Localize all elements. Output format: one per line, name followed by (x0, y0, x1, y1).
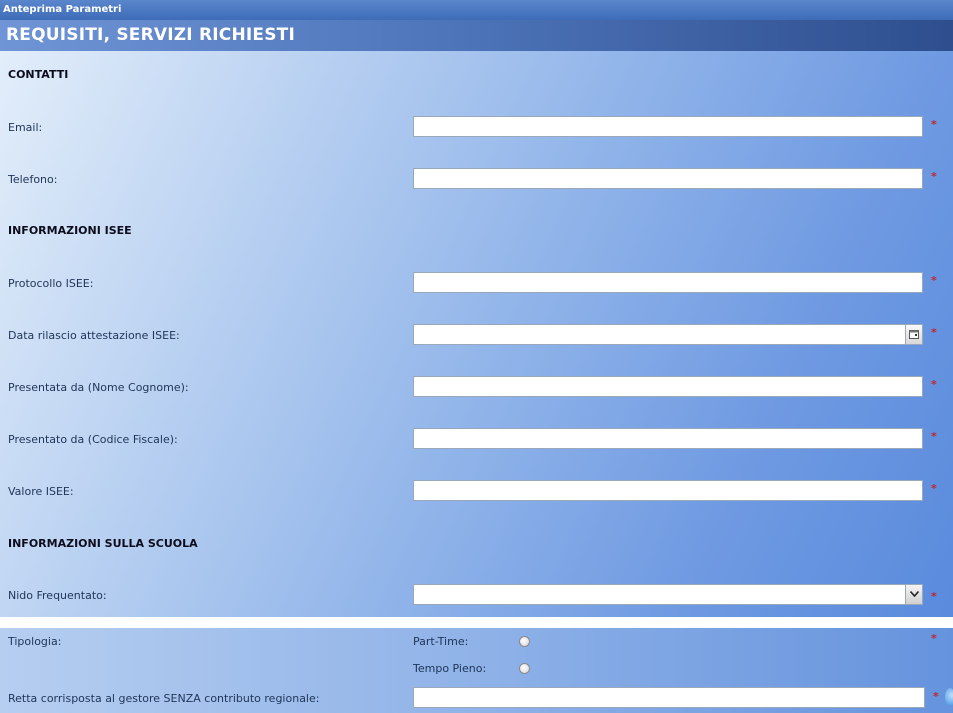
data-rilascio-field[interactable] (413, 324, 923, 345)
section-isee: INFORMAZIONI ISEE (8, 224, 132, 237)
email-field[interactable] (413, 116, 923, 137)
calendar-icon[interactable] (905, 325, 922, 344)
nido-required-mark: * (931, 590, 937, 603)
section-scuola: INFORMAZIONI SULLA SCUOLA (8, 537, 198, 550)
help-icon[interactable] (945, 688, 953, 706)
nido-label: Nido Frequentato: (8, 589, 107, 602)
valore-isee-field[interactable] (413, 480, 923, 501)
valore-isee-required-mark: * (931, 482, 937, 495)
presentata-nome-required-mark: * (931, 378, 937, 391)
protocollo-isee-field[interactable] (413, 272, 923, 293)
presentato-cf-label: Presentato da (Codice Fiscale): (8, 433, 178, 446)
retta-required-mark: * (933, 690, 939, 703)
tipologia-required-mark: * (931, 632, 937, 645)
radio-part-time[interactable] (519, 636, 530, 647)
section-contatti: CONTATTI (8, 68, 69, 81)
protocollo-isee-required-mark: * (931, 274, 937, 287)
valore-isee-label: Valore ISEE: (8, 485, 74, 498)
nido-select[interactable] (413, 584, 923, 605)
telefono-required-mark: * (931, 170, 937, 183)
chevron-down-icon[interactable] (905, 585, 922, 604)
data-rilascio-required-mark: * (931, 326, 937, 339)
telefono-field[interactable] (413, 168, 923, 189)
tipologia-label: Tipologia: (8, 635, 62, 648)
protocollo-isee-label: Protocollo ISEE: (8, 277, 94, 290)
presentata-nome-label: Presentata da (Nome Cognome): (8, 381, 189, 394)
radio-label-part-time: Part-Time: (413, 635, 469, 648)
data-rilascio-label: Data rilascio attestazione ISEE: (8, 329, 180, 342)
section-divider (0, 617, 953, 628)
email-required-mark: * (931, 118, 937, 131)
radio-label-tempo-pieno: Tempo Pieno: (413, 662, 487, 675)
window-title: Anteprima Parametri (0, 0, 953, 20)
presentato-cf-required-mark: * (931, 430, 937, 443)
retta-field[interactable] (413, 687, 925, 708)
presentata-nome-field[interactable] (413, 376, 923, 397)
page-title: REQUISITI, SERVIZI RICHIESTI (0, 20, 953, 51)
telefono-label: Telefono: (8, 173, 58, 186)
retta-label: Retta corrisposta al gestore SENZA contr… (8, 692, 320, 705)
email-label: Email: (8, 121, 43, 134)
radio-tempo-pieno[interactable] (519, 663, 530, 674)
presentato-cf-field[interactable] (413, 428, 923, 449)
